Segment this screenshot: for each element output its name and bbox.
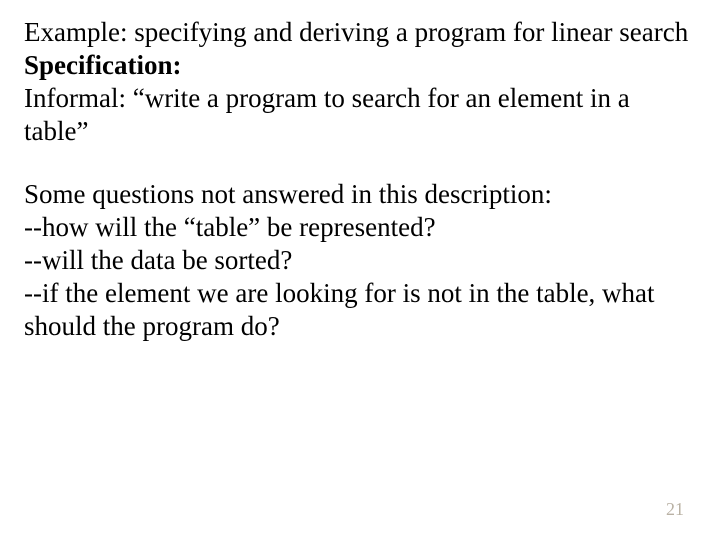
specification-label: Specification: bbox=[24, 49, 696, 82]
intro-block: Example: specifying and deriving a progr… bbox=[24, 16, 696, 148]
questions-intro: Some questions not answered in this desc… bbox=[24, 178, 696, 211]
spacer bbox=[24, 148, 696, 178]
question-1: --how will the “table” be represented? bbox=[24, 211, 696, 244]
slide: Example: specifying and deriving a progr… bbox=[0, 0, 720, 540]
questions-block: Some questions not answered in this desc… bbox=[24, 178, 696, 343]
question-2: --will the data be sorted? bbox=[24, 244, 696, 277]
example-title: Example: specifying and deriving a progr… bbox=[24, 16, 696, 49]
informal-spec: Informal: “write a program to search for… bbox=[24, 82, 696, 148]
question-3: --if the element we are looking for is n… bbox=[24, 277, 696, 343]
page-number: 21 bbox=[666, 499, 684, 520]
